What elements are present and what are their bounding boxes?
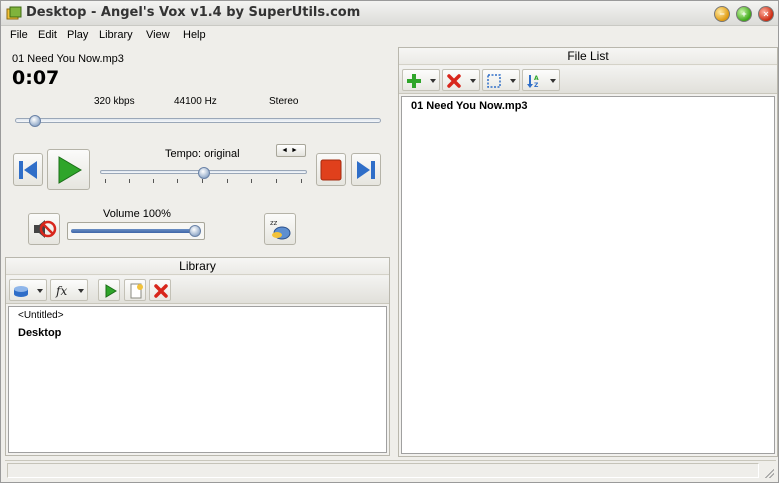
previous-track-button[interactable]	[13, 153, 43, 186]
seek-slider-thumb[interactable]	[29, 115, 42, 127]
minimize-button[interactable]: −	[714, 6, 730, 22]
menu-bar: File Edit Play Library View Help	[1, 27, 778, 45]
play-icon	[105, 284, 117, 298]
menu-library[interactable]: Library	[99, 29, 133, 41]
svg-text:zz: zz	[270, 219, 278, 227]
library-new-playlist-button[interactable]	[124, 279, 146, 301]
sleep-timer-button[interactable]: zz	[264, 213, 296, 245]
file-list-header: File List	[399, 48, 777, 65]
status-field	[7, 463, 759, 478]
minimize-icon: −	[719, 9, 725, 19]
tempo-label: Tempo: original	[165, 148, 240, 160]
file-list[interactable]: 01 Need You Now.mp3	[401, 96, 775, 454]
tempo-tick	[105, 179, 106, 183]
maximize-icon: +	[741, 9, 747, 19]
tempo-tick	[227, 179, 228, 183]
status-bar	[5, 460, 776, 480]
tempo-arrows-button[interactable]: ◄►	[276, 144, 306, 157]
menu-view[interactable]: View	[146, 29, 170, 41]
skip-back-icon	[19, 161, 37, 179]
library-delete-button[interactable]	[149, 279, 171, 301]
sleep-timer-icon: zz	[270, 219, 291, 240]
menu-help[interactable]: Help	[183, 29, 206, 41]
add-plus-icon	[407, 74, 421, 88]
library-open-button[interactable]	[9, 279, 47, 301]
library-list[interactable]: <Untitled> Desktop	[8, 306, 387, 453]
resize-grip-icon[interactable]	[764, 468, 774, 478]
sort-button[interactable]: A Z	[522, 69, 560, 91]
channels-label: Stereo	[269, 96, 299, 107]
app-logo-icon	[6, 6, 22, 20]
svg-text:A: A	[534, 75, 539, 82]
tempo-tick	[153, 179, 154, 183]
tempo-tick	[129, 179, 130, 183]
tempo-tick	[251, 179, 252, 183]
skip-forward-icon	[357, 161, 375, 179]
chevron-down-icon	[78, 289, 84, 293]
stop-icon	[320, 159, 342, 181]
remove-files-button[interactable]	[442, 69, 480, 91]
disc-stack-icon	[14, 286, 28, 297]
delete-x-icon	[154, 284, 168, 298]
tempo-tick	[276, 179, 277, 183]
window-title: Desktop - Angel's Vox v1.4 by SuperUtils…	[26, 5, 361, 20]
library-toolbar: fx	[6, 276, 389, 304]
select-rectangle-icon	[487, 74, 501, 88]
volume-slider[interactable]	[71, 229, 201, 233]
tempo-tick	[202, 179, 203, 183]
library-function-button[interactable]: fx	[50, 279, 88, 301]
volume-slider-thumb[interactable]	[189, 225, 201, 237]
file-list-toolbar: A Z	[399, 66, 777, 94]
app-window: Desktop - Angel's Vox v1.4 by SuperUtils…	[0, 0, 779, 483]
new-document-icon	[130, 283, 143, 299]
library-item[interactable]: Desktop	[18, 327, 61, 339]
library-item[interactable]: <Untitled>	[18, 310, 64, 321]
elapsed-time: 0:07	[12, 67, 60, 89]
add-files-button[interactable]	[402, 69, 440, 91]
play-button[interactable]	[47, 149, 90, 190]
menu-file[interactable]: File	[10, 29, 28, 41]
library-header: Library	[6, 258, 389, 275]
current-track-name: 01 Need You Now.mp3	[12, 53, 124, 65]
tempo-slider-thumb[interactable]	[197, 167, 210, 179]
seek-slider[interactable]	[15, 118, 381, 123]
tempo-tick	[177, 179, 178, 183]
chevron-down-icon	[550, 79, 556, 83]
chevron-down-icon	[470, 79, 476, 83]
tempo-tick	[301, 179, 302, 183]
file-list-item[interactable]: 01 Need You Now.mp3	[411, 100, 528, 112]
sample-rate-label: 44100 Hz	[174, 96, 217, 107]
mute-speaker-icon	[34, 220, 57, 238]
sort-az-icon: A Z	[527, 75, 539, 89]
close-icon: ×	[763, 9, 769, 19]
select-button[interactable]	[482, 69, 520, 91]
delete-x-icon	[447, 74, 461, 88]
function-fx-icon: fx	[55, 284, 67, 298]
library-play-button[interactable]	[98, 279, 120, 301]
chevron-down-icon	[510, 79, 516, 83]
title-bar[interactable]: Desktop - Angel's Vox v1.4 by SuperUtils…	[1, 1, 778, 26]
play-icon	[58, 156, 82, 184]
close-button[interactable]: ×	[758, 6, 774, 22]
maximize-button[interactable]: +	[736, 6, 752, 22]
library-panel: Library fx <Untitled> Desktop	[5, 257, 390, 456]
next-track-button[interactable]	[351, 153, 381, 186]
chevron-down-icon	[37, 289, 43, 293]
bitrate-label: 320 kbps	[94, 96, 135, 107]
menu-edit[interactable]: Edit	[38, 29, 57, 41]
menu-play[interactable]: Play	[67, 29, 88, 41]
mute-button[interactable]	[28, 213, 60, 245]
volume-label: Volume 100%	[103, 208, 171, 220]
stop-button[interactable]	[316, 153, 346, 186]
chevron-down-icon	[430, 79, 436, 83]
svg-text:Z: Z	[534, 82, 539, 89]
file-list-panel: File List A Z 01 Need You Now.mp3	[398, 47, 778, 457]
svg-text:fx: fx	[55, 284, 67, 298]
